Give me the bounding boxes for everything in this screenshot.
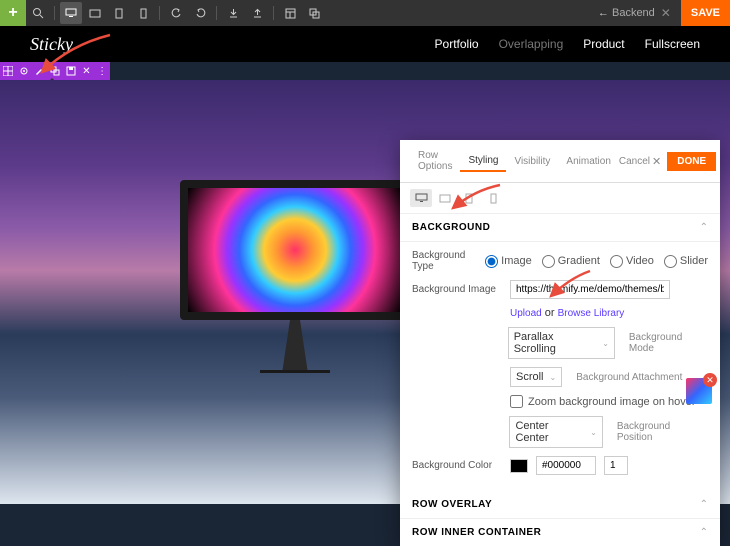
section-inner-header[interactable]: ROW INNER CONTAINER ⌃ [400, 519, 720, 546]
save-button[interactable]: SAVE [681, 0, 730, 26]
bg-opacity-input[interactable] [604, 456, 628, 475]
backend-link[interactable]: ← Backend [598, 7, 661, 19]
tab-row-options[interactable]: Row Options [410, 146, 460, 176]
done-button[interactable]: DONE [667, 152, 716, 171]
bg-image-input[interactable] [510, 280, 670, 299]
tab-styling[interactable]: Styling [460, 151, 506, 172]
nav-fullscreen[interactable]: Fullscreen [645, 37, 700, 51]
zoom-icon[interactable] [27, 2, 49, 24]
bg-color-swatch[interactable] [510, 459, 528, 473]
bp-mobile-icon[interactable] [482, 189, 504, 207]
bg-image-remove-icon[interactable]: ✕ [703, 373, 717, 387]
bg-type-slider[interactable]: Slider [664, 255, 708, 268]
chevron-up-icon: ⌃ [700, 499, 708, 510]
bp-tablet-landscape-icon[interactable] [434, 189, 456, 207]
tab-visibility[interactable]: Visibility [506, 152, 558, 171]
bg-mode-hint: Background Mode [629, 332, 708, 354]
device-breakpoints [400, 183, 720, 214]
layout-icon[interactable] [279, 2, 301, 24]
cancel-x-icon[interactable]: ✕ [652, 155, 661, 168]
bg-image-label: Background Image [412, 284, 502, 295]
nav-portfolio[interactable]: Portfolio [435, 37, 479, 51]
nav-overlapping[interactable]: Overlapping [499, 37, 564, 51]
device-mobile-icon[interactable] [132, 2, 154, 24]
export-icon[interactable] [246, 2, 268, 24]
row-styling-icon[interactable] [31, 63, 47, 79]
bg-mode-select[interactable]: Parallax Scrolling⌄ [508, 327, 615, 359]
upload-link[interactable]: Upload [510, 308, 542, 319]
undo-icon[interactable] [165, 2, 187, 24]
section-background-title: BACKGROUND [412, 222, 490, 233]
section-background-header[interactable]: BACKGROUND ⌃ [400, 214, 720, 242]
chevron-down-icon: ⌄ [590, 428, 597, 437]
chevron-up-icon: ⌃ [700, 527, 708, 538]
duplicate-icon[interactable] [303, 2, 325, 24]
device-desktop-icon[interactable] [60, 2, 82, 24]
hero-monitor-image [180, 180, 410, 380]
nav-product[interactable]: Product [583, 37, 624, 51]
bg-type-video[interactable]: Video [610, 255, 654, 268]
add-button[interactable]: + [0, 0, 26, 26]
panel-tabs: Row Options Styling Visibility Animation… [400, 140, 720, 183]
top-toolbar: + ← Backend ✕ SAVE [0, 0, 730, 26]
bg-position-hint: Background Position [617, 421, 708, 443]
section-background-body: Background Type Image Gradient Video Sli… [400, 242, 720, 491]
row-save-icon[interactable] [63, 63, 79, 79]
bg-type-image[interactable]: Image [485, 255, 532, 268]
site-navbar: Sticky Portfolio Overlapping Product Ful… [0, 26, 730, 62]
row-options-icon[interactable] [16, 63, 32, 79]
bg-color-input[interactable] [536, 456, 596, 475]
chevron-down-icon: ⌄ [550, 373, 557, 382]
bp-desktop-icon[interactable] [410, 189, 432, 207]
device-tablet-landscape-icon[interactable] [84, 2, 106, 24]
close-icon[interactable]: ✕ [661, 6, 671, 20]
tab-animation[interactable]: Animation [558, 152, 618, 171]
bg-attach-hint: Background Attachment [576, 372, 682, 383]
row-delete-icon[interactable]: ✕ [79, 63, 95, 79]
browse-library-link[interactable]: Browse Library [558, 308, 625, 319]
import-icon[interactable] [222, 2, 244, 24]
section-overlay-header[interactable]: ROW OVERLAY ⌃ [400, 491, 720, 519]
site-logo: Sticky [30, 34, 73, 55]
section-inner-title: ROW INNER CONTAINER [412, 527, 541, 538]
section-overlay-title: ROW OVERLAY [412, 499, 492, 510]
chevron-down-icon: ⌄ [602, 339, 609, 348]
bg-position-select[interactable]: Center Center⌄ [509, 416, 602, 448]
chevron-up-icon: ⌃ [700, 222, 708, 233]
redo-icon[interactable] [189, 2, 211, 24]
row-duplicate-icon[interactable] [47, 63, 63, 79]
cancel-button[interactable]: Cancel [619, 156, 650, 167]
row-settings-panel: Row Options Styling Visibility Animation… [400, 140, 720, 546]
or-text: or [542, 307, 558, 319]
bg-attach-select[interactable]: Scroll⌄ [510, 367, 562, 387]
bg-color-label: Background Color [412, 460, 502, 471]
bg-type-label: Background Type [412, 250, 477, 272]
bp-tablet-icon[interactable] [458, 189, 480, 207]
bg-zoom-checkbox[interactable]: Zoom background image on hover [510, 395, 696, 408]
device-tablet-icon[interactable] [108, 2, 130, 24]
row-more-icon[interactable]: ⋮ [94, 63, 110, 79]
bg-type-gradient[interactable]: Gradient [542, 255, 600, 268]
row-grid-icon[interactable] [0, 63, 16, 79]
